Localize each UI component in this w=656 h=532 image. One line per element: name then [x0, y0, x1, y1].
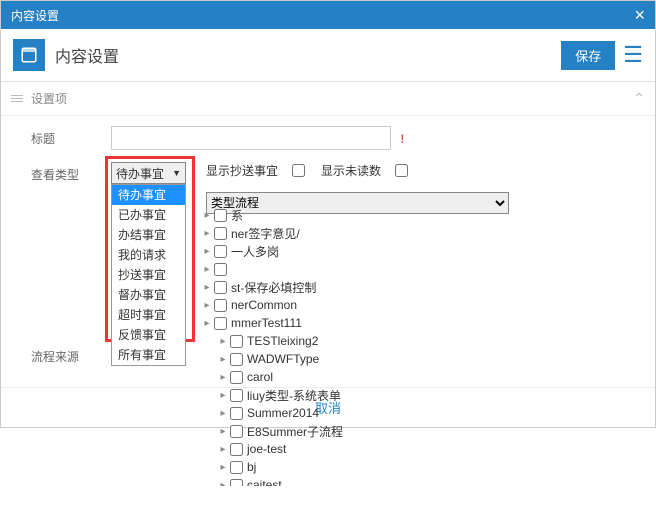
- expand-icon[interactable]: ▸: [218, 390, 228, 401]
- show-unread-label: 显示未读数: [321, 162, 381, 179]
- expand-icon[interactable]: ▸: [218, 480, 228, 487]
- expand-icon[interactable]: ▸: [218, 426, 228, 437]
- tree-checkbox[interactable]: [214, 263, 227, 276]
- tree-checkbox[interactable]: [230, 425, 243, 438]
- tree-label: bj: [247, 460, 256, 474]
- tree-checkbox[interactable]: [230, 407, 243, 420]
- expand-icon[interactable]: ▸: [218, 336, 228, 347]
- expand-icon[interactable]: ▸: [202, 264, 212, 275]
- show-copy-label: 显示抄送事宜: [206, 162, 278, 179]
- dropdown-option[interactable]: 督办事宜: [112, 285, 185, 305]
- tree-checkbox[interactable]: [214, 299, 227, 312]
- show-unread-checkbox[interactable]: [395, 164, 408, 177]
- tree-node[interactable]: ▸: [202, 260, 635, 278]
- dialog-title: 内容设置: [11, 7, 59, 24]
- expand-icon[interactable]: ▸: [202, 282, 212, 293]
- view-type-value: 待办事宜: [116, 165, 164, 182]
- tree-node[interactable]: ▸ ner签字意见/: [202, 224, 635, 242]
- tree-label: 系: [231, 207, 243, 224]
- expand-icon[interactable]: ▸: [218, 462, 228, 473]
- tree-label: st-保存必填控制: [231, 279, 316, 296]
- tree-checkbox[interactable]: [214, 281, 227, 294]
- tree-node[interactable]: ▸ mmerTest111: [202, 314, 635, 332]
- close-icon[interactable]: ×: [634, 5, 645, 26]
- expand-icon[interactable]: ▸: [202, 246, 212, 257]
- title-input[interactable]: [111, 126, 391, 150]
- tree-label: ner签字意见/: [231, 225, 300, 242]
- topbar: 内容设置 保存 ☰: [1, 29, 655, 82]
- tree-node[interactable]: ▸ Summer2014: [202, 404, 635, 422]
- tree-label: Summer2014: [247, 406, 319, 420]
- tree-label: carol: [247, 370, 273, 384]
- flow-source-label: 流程来源: [31, 344, 111, 365]
- tree-checkbox[interactable]: [214, 317, 227, 330]
- tree-label: liuy类型-系统表单: [247, 387, 341, 404]
- dropdown-option[interactable]: 已办事宜: [112, 205, 185, 225]
- tree-label: 一人多岗: [231, 243, 279, 260]
- tree-checkbox[interactable]: [230, 335, 243, 348]
- expand-icon[interactable]: ▸: [202, 318, 212, 329]
- chevron-up-icon[interactable]: ⌃: [633, 90, 645, 107]
- tree-label: joe-test: [247, 442, 286, 456]
- dropdown-option[interactable]: 我的请求: [112, 245, 185, 265]
- tree-node[interactable]: ▸ nerCommon: [202, 296, 635, 314]
- view-type-dropdown: 待办事宜已办事宜办结事宜我的请求抄送事宜督办事宜超时事宜反馈事宜所有事宜: [111, 184, 186, 366]
- dropdown-option[interactable]: 反馈事宜: [112, 325, 185, 345]
- tree-checkbox[interactable]: [230, 479, 243, 487]
- section-title: 设置项: [31, 90, 67, 107]
- dropdown-option[interactable]: 待办事宜: [112, 185, 185, 205]
- expand-icon[interactable]: ▸: [202, 228, 212, 239]
- expand-icon[interactable]: ▸: [218, 354, 228, 365]
- tree-label: TESTleixing2: [247, 334, 318, 348]
- page-title: 内容设置: [55, 43, 561, 67]
- tree-node[interactable]: ▸系: [202, 206, 635, 224]
- dropdown-option[interactable]: 所有事宜: [112, 345, 185, 365]
- tree[interactable]: ▸系▸ner签字意见/▸一人多岗▸▸st-保存必填控制▸nerCommon▸mm…: [202, 206, 635, 486]
- tree-node[interactable]: ▸ bj: [202, 458, 635, 476]
- tree-node[interactable]: ▸ joe-test: [202, 440, 635, 458]
- expand-icon[interactable]: ▸: [218, 408, 228, 419]
- expand-icon[interactable]: ▸: [218, 444, 228, 455]
- dropdown-option[interactable]: 抄送事宜: [112, 265, 185, 285]
- view-type-select[interactable]: 待办事宜 ▼: [111, 162, 186, 184]
- tree-checkbox[interactable]: [230, 353, 243, 366]
- dropdown-option[interactable]: 办结事宜: [112, 225, 185, 245]
- tree-node[interactable]: ▸ WADWFType: [202, 350, 635, 368]
- dropdown-option[interactable]: 超时事宜: [112, 305, 185, 325]
- tree-checkbox[interactable]: [230, 443, 243, 456]
- hamburger-icon: [11, 93, 23, 104]
- section-header[interactable]: 设置项 ⌃: [1, 82, 655, 116]
- tree-label: mmerTest111: [231, 316, 302, 330]
- list-icon[interactable]: ☰: [623, 42, 643, 68]
- tree-label: E8Summer子流程: [247, 423, 343, 440]
- tree-node[interactable]: ▸ E8Summer子流程: [202, 422, 635, 440]
- tree-checkbox[interactable]: [214, 209, 227, 222]
- save-button[interactable]: 保存: [561, 41, 615, 70]
- tree-node[interactable]: ▸ liuy类型-系统表单: [202, 386, 635, 404]
- tree-checkbox[interactable]: [214, 245, 227, 258]
- tree-node[interactable]: ▸ carol: [202, 368, 635, 386]
- tree-node[interactable]: ▸ st-保存必填控制: [202, 278, 635, 296]
- dialog-header: 内容设置 ×: [1, 1, 655, 29]
- tree-node[interactable]: ▸ TESTleixing2: [202, 332, 635, 350]
- tree-checkbox[interactable]: [230, 389, 243, 402]
- show-copy-checkbox[interactable]: [292, 164, 305, 177]
- tree-label: nerCommon: [231, 298, 297, 312]
- tree-label: WADWFType: [247, 352, 319, 366]
- title-label: 标题: [31, 126, 111, 147]
- view-type-label: 查看类型: [31, 162, 111, 183]
- expand-icon[interactable]: ▸: [218, 372, 228, 383]
- caret-down-icon: ▼: [172, 168, 181, 178]
- tree-checkbox[interactable]: [214, 227, 227, 240]
- required-icon: !: [400, 132, 404, 146]
- tree-node[interactable]: ▸ caitest: [202, 476, 635, 486]
- tree-label: caitest: [247, 478, 282, 486]
- tree-checkbox[interactable]: [230, 371, 243, 384]
- expand-icon[interactable]: ▸: [202, 300, 212, 311]
- tree-checkbox[interactable]: [230, 461, 243, 474]
- page-icon: [13, 39, 45, 71]
- expand-icon[interactable]: ▸: [202, 210, 212, 221]
- tree-node[interactable]: ▸ 一人多岗: [202, 242, 635, 260]
